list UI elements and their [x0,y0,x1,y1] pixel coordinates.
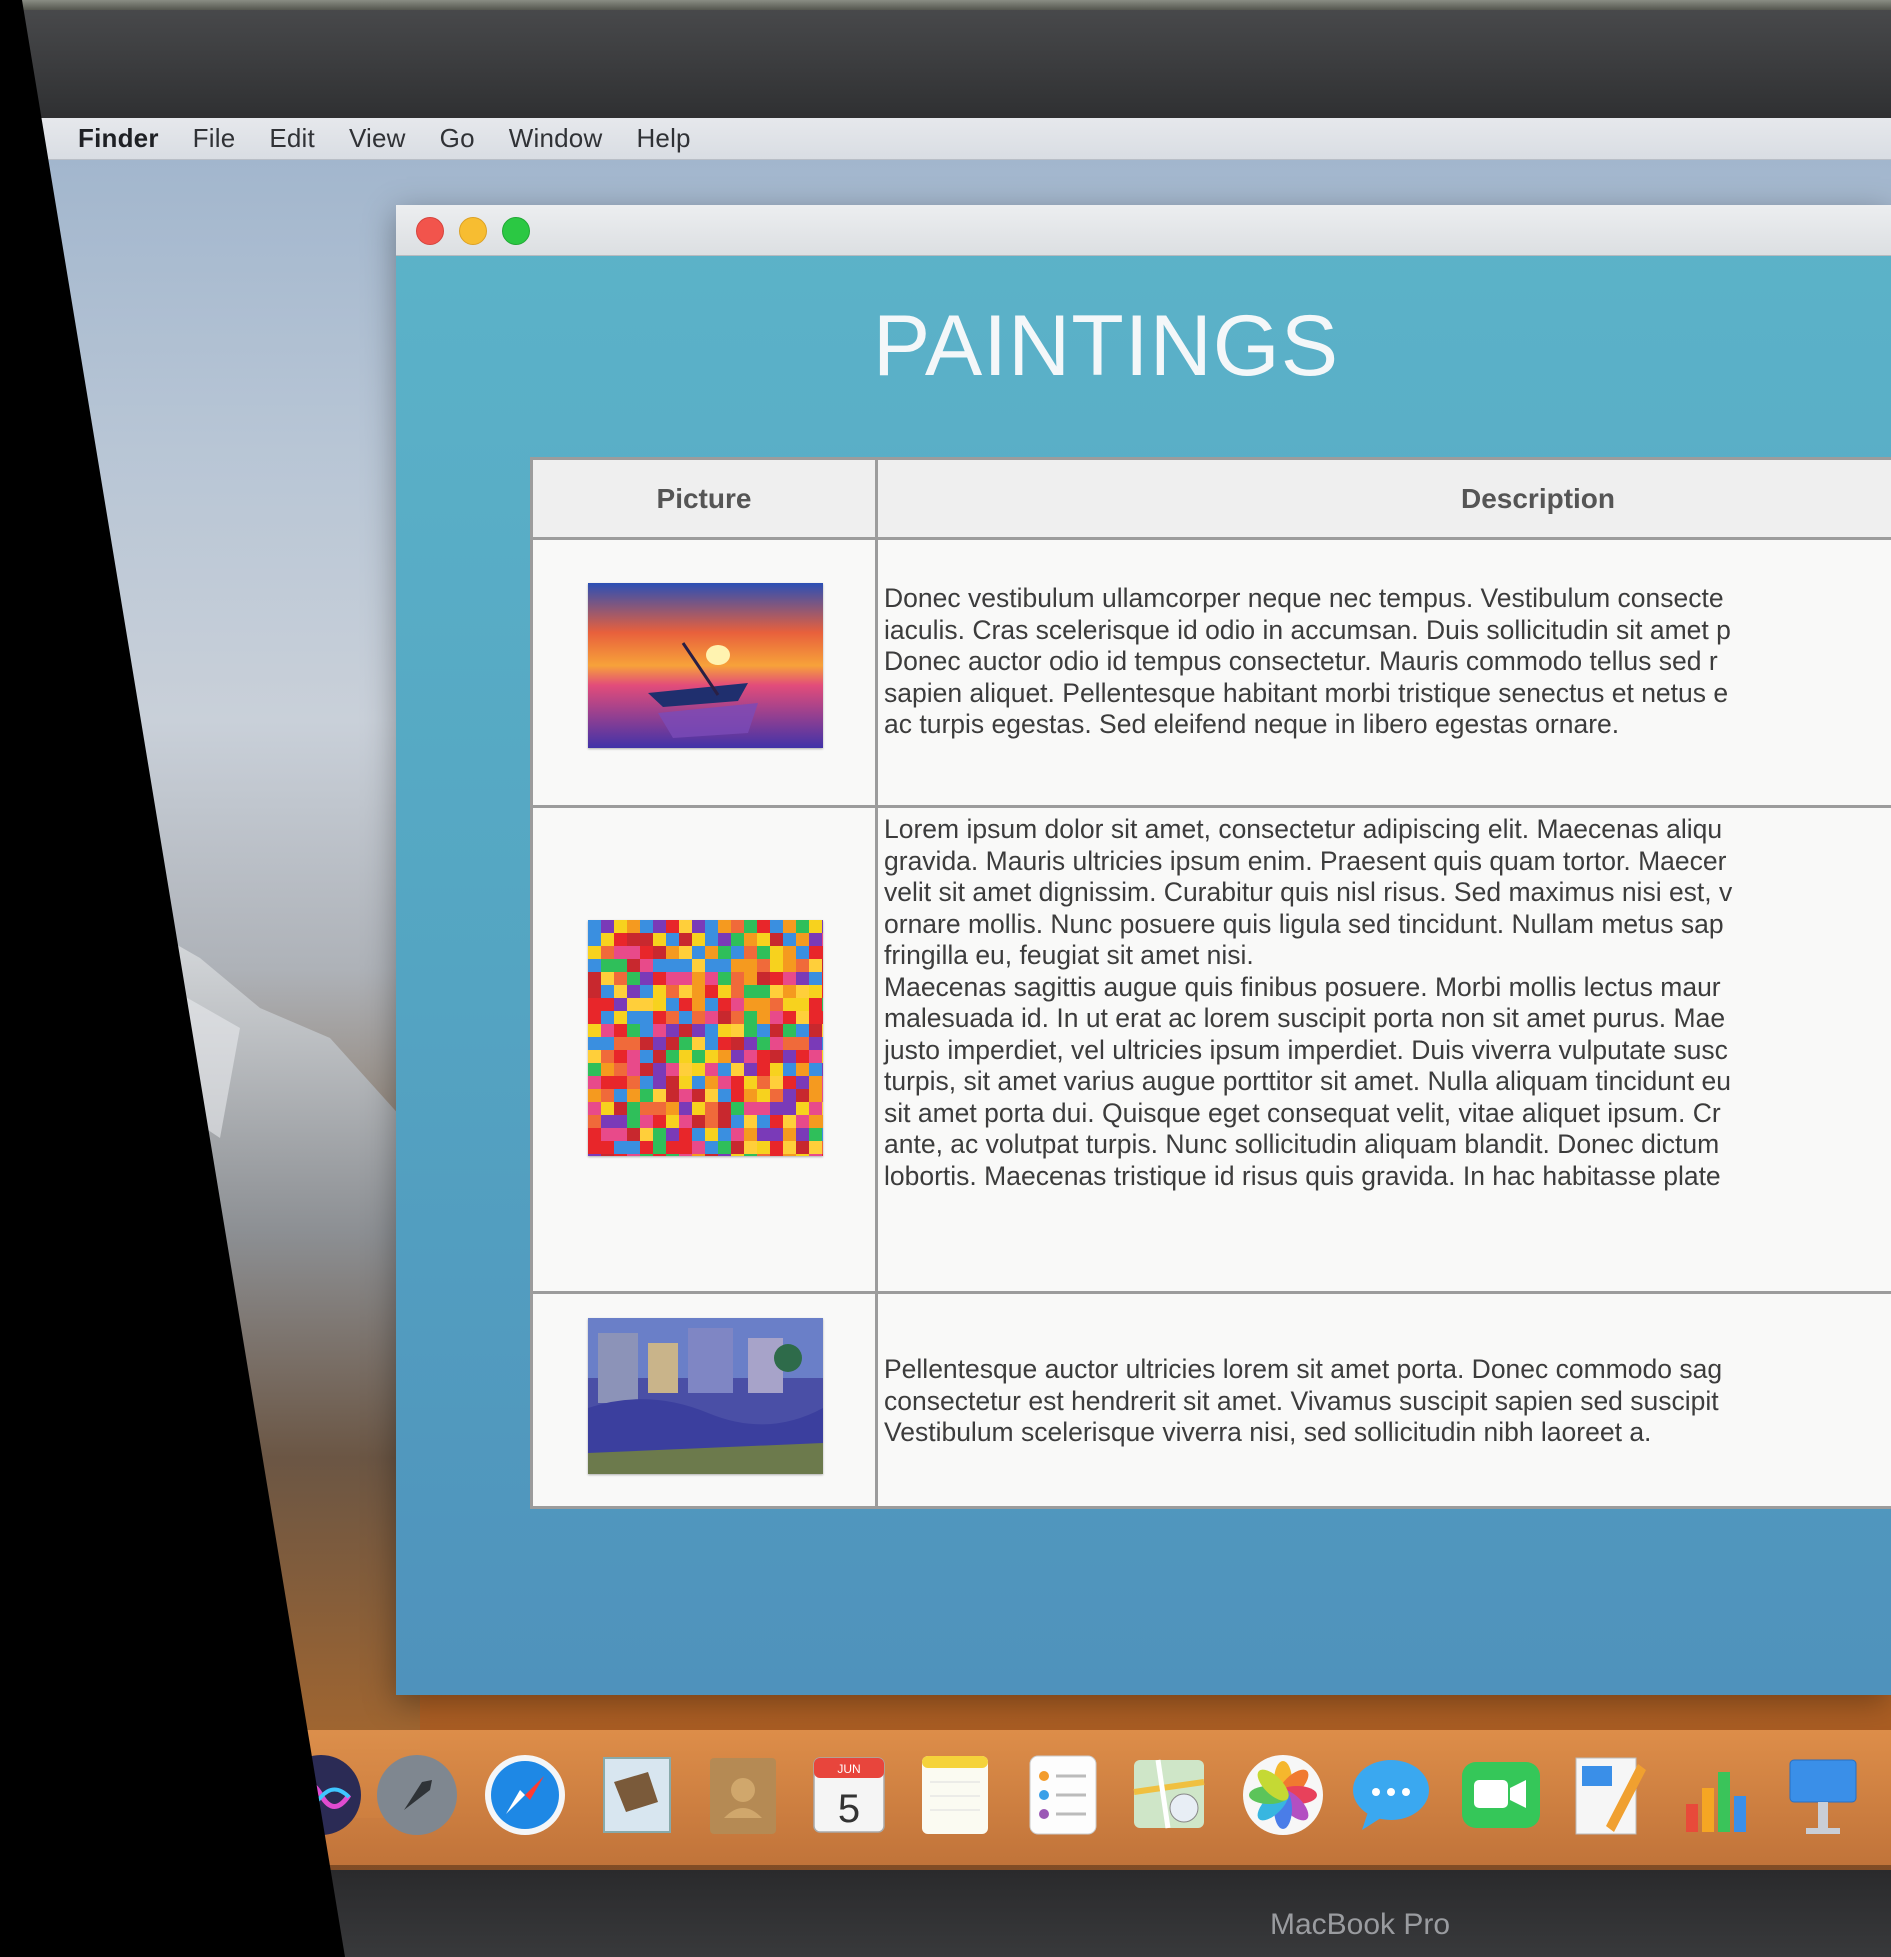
picture-cell [533,808,878,1291]
colorful-mosaic-painting[interactable] [588,920,823,1156]
safari-icon[interactable] [482,1752,568,1838]
screen: Finder File Edit View Go Window Help PAI… [0,0,1891,1957]
maps-icon[interactable] [1128,1752,1214,1838]
table-row: Donec vestibulum ullamcorper neque nec t… [533,540,1891,808]
window-titlebar[interactable] [396,205,1891,256]
browser-window: PAINTINGS Picture Description Donec vest… [396,205,1891,1695]
column-header-description: Description [1460,483,1616,514]
table-row: Pellentesque auctor ultricies lorem sit … [533,1294,1891,1506]
table-header-row: Picture Description [533,460,1891,540]
calendar-icon[interactable]: JUN 5 [806,1752,892,1838]
menu-finder[interactable]: Finder [78,123,159,154]
menu-window[interactable]: Window [509,123,603,154]
minimize-button[interactable] [459,217,487,245]
notes-icon[interactable] [912,1752,998,1838]
menu-bar: Finder File Edit View Go Window Help [0,118,1891,160]
bezel-label: MacBook Pro [1269,1908,1451,1941]
photos-icon[interactable] [1240,1752,1326,1838]
picture-cell [533,1294,878,1506]
menu-help[interactable]: Help [636,123,690,154]
top-bezel [0,0,1891,118]
description-cell: Pellentesque auctor ultricies lorem sit … [878,1294,1891,1506]
messages-icon[interactable] [1348,1752,1434,1838]
paintings-table: Picture Description Donec vestibulum ull… [530,457,1891,1509]
description-text: Pellentesque auctor ultricies lorem sit … [884,1354,1723,1447]
siri-icon[interactable] [278,1752,364,1838]
picture-cell [533,540,878,805]
pages-icon[interactable] [1566,1752,1652,1838]
menu-view[interactable]: View [349,123,406,154]
mail-icon[interactable] [596,1752,682,1838]
numbers-icon[interactable] [1672,1752,1758,1838]
description-cell: Lorem ipsum dolor sit amet, consectetur … [878,808,1891,1291]
menu-file[interactable]: File [193,123,236,154]
menu-go[interactable]: Go [440,123,475,154]
contacts-icon[interactable] [700,1752,786,1838]
sunset-boat-painting[interactable] [588,583,823,748]
mountain-wallpaper-art [0,918,420,1818]
calendar-month: JUN [837,1762,860,1776]
keynote-icon[interactable] [1780,1752,1866,1838]
facetime-icon[interactable] [1458,1752,1544,1838]
page-title: PAINTINGS [872,298,1340,394]
description-text: Donec vestibulum ullamcorper neque nec t… [884,583,1731,739]
river-city-painting[interactable] [588,1318,823,1474]
close-button[interactable] [416,217,444,245]
table-row: Lorem ipsum dolor sit amet, consectetur … [533,808,1891,1294]
reminders-icon[interactable] [1020,1752,1106,1838]
laptop-bezel [0,1870,1891,1957]
menu-edit[interactable]: Edit [269,123,315,154]
calendar-day: 5 [838,1787,860,1831]
maximize-button[interactable] [502,217,530,245]
launchpad-icon[interactable] [374,1752,460,1838]
description-text: Lorem ipsum dolor sit amet, consectetur … [884,814,1733,1191]
description-cell: Donec vestibulum ullamcorper neque nec t… [878,540,1891,805]
